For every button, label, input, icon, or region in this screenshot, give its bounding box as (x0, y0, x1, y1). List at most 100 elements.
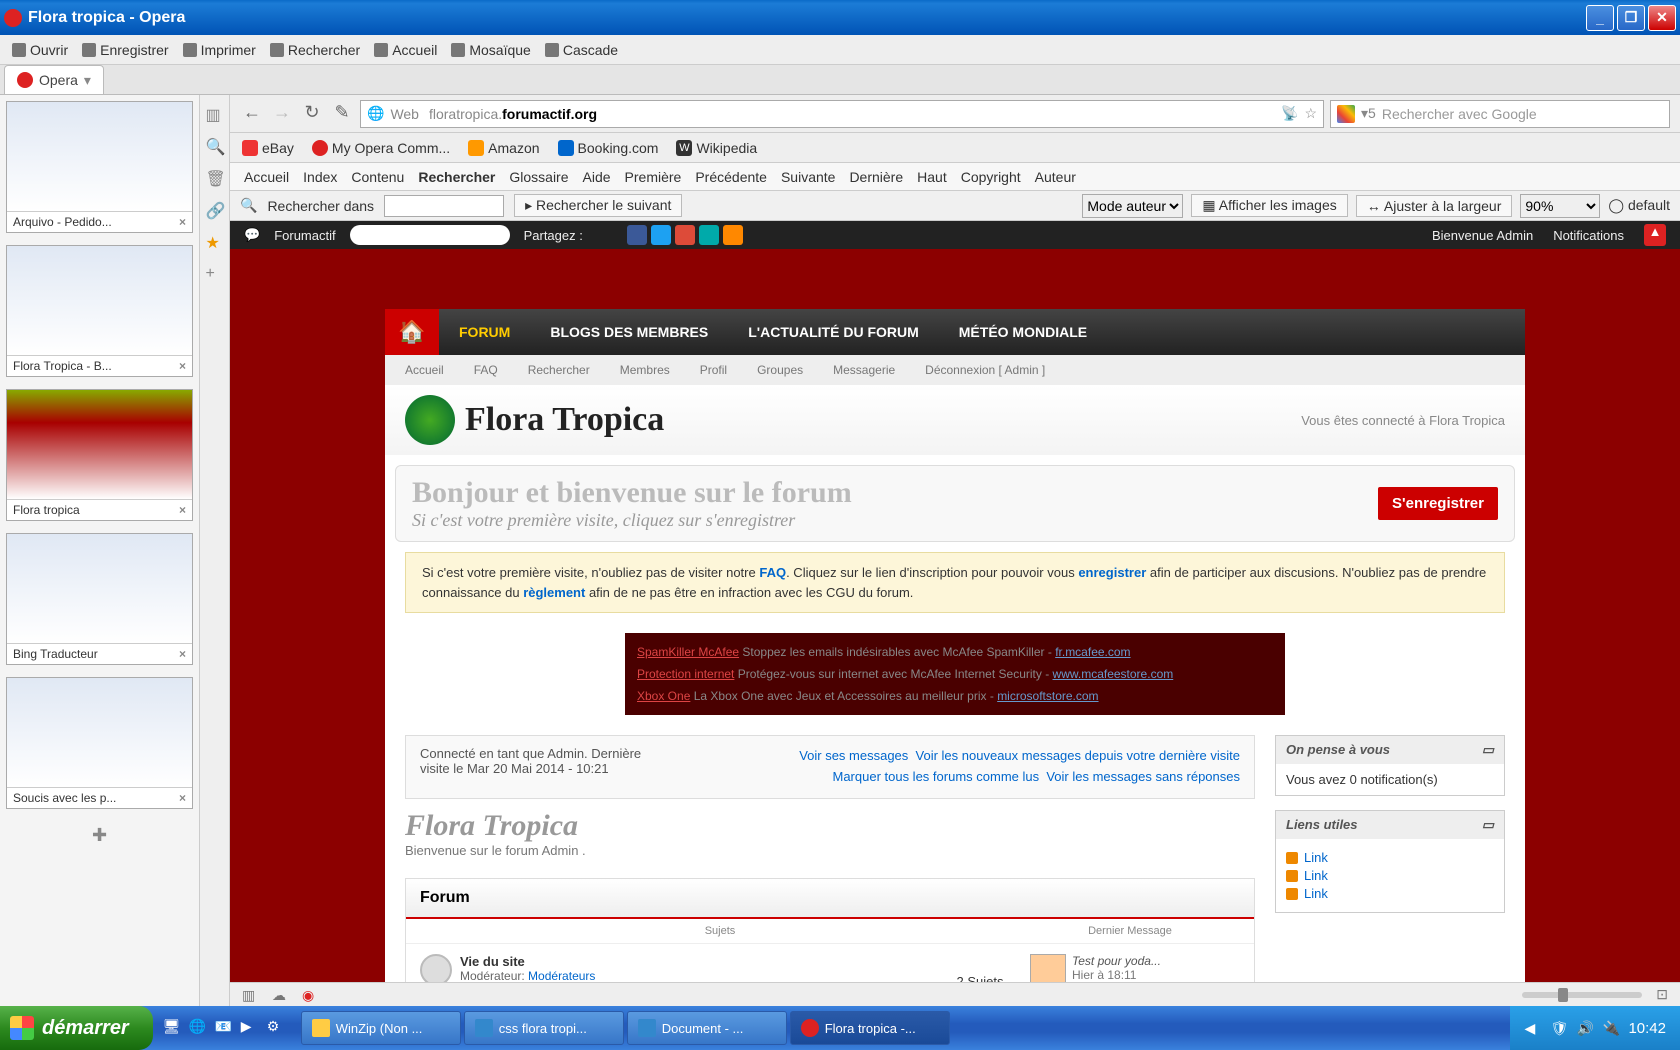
notifications-link[interactable]: Notifications (1553, 228, 1624, 243)
register-link[interactable]: enregistrer (1078, 565, 1146, 580)
close-icon[interactable]: × (179, 215, 186, 229)
nav-blogs[interactable]: BLOGS DES MEMBRES (550, 324, 708, 340)
faq-link[interactable]: FAQ (759, 565, 786, 580)
thumb-tab-0[interactable]: Arquivo - Pedido...× (6, 101, 193, 233)
tray-icon[interactable]: 🔊 (1576, 1020, 1592, 1036)
wand-button[interactable]: ✎ (330, 102, 354, 126)
task-css[interactable]: css flora tropi... (464, 1011, 624, 1045)
add-icon[interactable]: + (206, 265, 224, 283)
sm-precedente[interactable]: Précédente (695, 169, 767, 185)
sm-copyright[interactable]: Copyright (961, 169, 1021, 185)
close-icon[interactable]: × (179, 503, 186, 517)
sm-aide[interactable]: Aide (583, 169, 611, 185)
nav-actu[interactable]: L'ACTUALITÉ DU FORUM (748, 324, 919, 340)
bookmark-amazon[interactable]: Amazon (468, 140, 539, 156)
zoom-reset-icon[interactable]: ⊡ (1656, 986, 1668, 1003)
default-style[interactable]: ◯ default (1608, 197, 1670, 214)
mark-read-link[interactable]: Marquer tous les forums comme lus (832, 769, 1039, 784)
thumb-tab-2[interactable]: Flora tropica× (6, 389, 193, 521)
useful-link[interactable]: Link (1286, 868, 1494, 883)
sync-icon[interactable]: ☁ (272, 987, 288, 1003)
menu-search[interactable]: Rechercher (270, 42, 360, 58)
menu-home[interactable]: Accueil (374, 42, 437, 58)
sm-rechercher[interactable]: Rechercher (418, 169, 495, 185)
tab-dropdown-icon[interactable]: ▾ (84, 72, 91, 89)
forum-title[interactable]: Vie du site (460, 954, 930, 969)
trash-icon[interactable]: 🗑 (206, 169, 224, 187)
sm-contenu[interactable]: Contenu (351, 169, 404, 185)
bookmark-star-icon[interactable]: ☆ (1304, 105, 1317, 122)
tray-icon[interactable]: ◀ (1524, 1020, 1540, 1036)
author-mode-select[interactable]: Mode auteur (1082, 194, 1183, 218)
zoom-select[interactable]: 90% (1520, 194, 1600, 218)
thumb-tab-1[interactable]: Flora Tropica - B...× (6, 245, 193, 377)
opera-link-icon[interactable]: ◉ (302, 987, 318, 1003)
fit-width-button[interactable]: ↔ Ajuster à la largeur (1356, 195, 1513, 217)
view-messages-link[interactable]: Voir ses messages (799, 748, 908, 763)
task-flora[interactable]: Flora tropica -... (790, 1011, 950, 1045)
forum-row[interactable]: Vie du site Modérateur: Modérateurs Foru… (406, 944, 1254, 982)
scroll-top-button[interactable]: ▲ (1644, 224, 1666, 246)
find-input[interactable] (384, 195, 504, 217)
new-messages-link[interactable]: Voir les nouveaux messages depuis votre … (916, 748, 1240, 763)
url-input[interactable]: 🌐 Web floratropica.forumactif.org 📡 ☆ (360, 100, 1324, 128)
collapse-icon[interactable]: ▭ (1482, 817, 1494, 833)
tab-opera[interactable]: Opera ▾ (4, 65, 104, 94)
tray-icon[interactable]: 🛡 (1550, 1020, 1566, 1036)
ql-icon[interactable]: ▶ (241, 1018, 261, 1038)
search-input[interactable]: ▾5 Rechercher avec Google (1330, 100, 1670, 128)
menu-mosaic[interactable]: Mosaïque (451, 42, 530, 58)
find-next-button[interactable]: ▸ Rechercher le suivant (514, 194, 682, 217)
sm-glossaire[interactable]: Glossaire (509, 169, 568, 185)
ql-icon[interactable]: 📧 (215, 1018, 235, 1038)
minimize-button[interactable]: _ (1586, 5, 1614, 31)
show-images-button[interactable]: ▦ Afficher les images (1191, 194, 1347, 217)
brand-label[interactable]: Forumactif (274, 228, 335, 243)
menu-save[interactable]: Enregistrer (82, 42, 168, 58)
thumb-tab-4[interactable]: Soucis avec les p...× (6, 677, 193, 809)
menu-cascade[interactable]: Cascade (545, 42, 618, 58)
last-post-link[interactable]: Test pour yoda... (1072, 954, 1161, 968)
nav-meteo[interactable]: MÉTÉO MONDIALE (959, 324, 1087, 340)
forum-search-input[interactable] (350, 225, 510, 245)
sm-derniere[interactable]: Dernière (849, 169, 903, 185)
sm-auteur[interactable]: Auteur (1035, 169, 1076, 185)
no-reply-link[interactable]: Voir les messages sans réponses (1046, 769, 1240, 784)
sm-suivante[interactable]: Suivante (781, 169, 835, 185)
rss-icon[interactable]: 📡 (1281, 105, 1298, 122)
star-icon[interactable]: ★ (206, 233, 224, 251)
add-tab-button[interactable]: ✚ (0, 825, 199, 846)
bookmark-wikipedia[interactable]: WWikipedia (676, 140, 757, 156)
ql-icon[interactable]: ⚙ (267, 1018, 287, 1038)
close-icon[interactable]: × (179, 359, 186, 373)
register-button[interactable]: S'enregistrer (1378, 487, 1498, 520)
email-icon[interactable] (699, 225, 719, 245)
reload-button[interactable]: ↻ (300, 102, 324, 126)
close-icon[interactable]: × (179, 791, 186, 805)
link-icon[interactable]: 🔗 (206, 201, 224, 219)
sm-haut[interactable]: Haut (917, 169, 947, 185)
ql-icon[interactable]: 🌐 (189, 1018, 209, 1038)
close-icon[interactable]: × (179, 647, 186, 661)
start-button[interactable]: démarrer (0, 1006, 153, 1050)
thumb-tab-3[interactable]: Bing Traducteur× (6, 533, 193, 665)
panel-icon[interactable]: ▥ (206, 105, 224, 123)
search-icon[interactable]: 🔍 (206, 137, 224, 155)
useful-link[interactable]: Link (1286, 850, 1494, 865)
gplus-icon[interactable] (675, 225, 695, 245)
rules-link[interactable]: règlement (523, 585, 585, 600)
moderators-link[interactable]: Modérateurs (528, 969, 595, 982)
close-button[interactable]: ✕ (1648, 5, 1676, 31)
nav-forum[interactable]: FORUM (459, 324, 510, 340)
zoom-slider[interactable] (1522, 992, 1642, 998)
useful-link[interactable]: Link (1286, 886, 1494, 901)
maximize-button[interactable]: ❐ (1617, 5, 1645, 31)
twitter-icon[interactable] (651, 225, 671, 245)
bookmark-ebay[interactable]: eBay (242, 140, 294, 156)
rss-icon[interactable] (723, 225, 743, 245)
tray-icon[interactable]: 🔌 (1602, 1020, 1618, 1036)
bookmark-myopera[interactable]: My Opera Comm... (312, 140, 450, 156)
menu-open[interactable]: Ouvrir (12, 42, 68, 58)
ql-icon[interactable]: 🖥 (163, 1018, 183, 1038)
bookmark-booking[interactable]: Booking.com (558, 140, 659, 156)
